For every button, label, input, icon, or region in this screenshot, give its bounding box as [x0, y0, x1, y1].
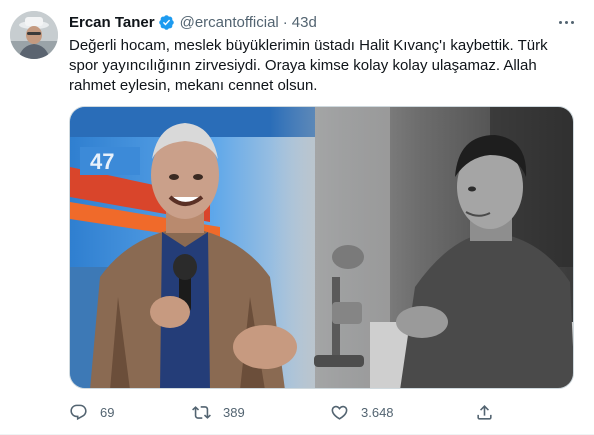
retweet-button[interactable]: 389 — [192, 401, 245, 423]
author-name[interactable]: Ercan Taner — [69, 14, 155, 31]
tweet-text-line: Değerli hocam, meslek büyüklerimin üstad… — [69, 37, 548, 54]
photo-illustration: 47 — [70, 107, 573, 388]
avatar-image — [10, 11, 58, 59]
reply-button[interactable]: 69 — [69, 401, 114, 423]
tweet[interactable]: Ercan Taner @ercantofficial · 43d Değerl… — [0, 0, 594, 435]
tweet-timestamp[interactable]: 43d — [292, 14, 317, 31]
tweet-photo[interactable]: 47 — [69, 106, 574, 389]
reply-count: 69 — [100, 404, 115, 420]
like-count: 3.648 — [361, 404, 394, 420]
background-screen-text: 47 — [90, 149, 114, 174]
retweet-icon — [192, 405, 211, 419]
share-button[interactable] — [475, 401, 494, 423]
tweet-text-line: spor yayıncılığının zirvesiydi. Oraya ki… — [69, 57, 537, 74]
separator-dot: · — [282, 13, 288, 31]
like-button[interactable]: 3.648 — [330, 401, 394, 423]
heart-icon — [331, 405, 348, 420]
author-handle[interactable]: @ercantofficial — [180, 14, 279, 31]
tweet-text: Değerli hocam, meslek büyüklerimin üstad… — [69, 36, 574, 96]
reply-icon — [70, 404, 87, 420]
tweet-text-line: rahmet eylesin, mekanı cennet olsun. — [69, 77, 318, 94]
verified-badge-icon — [158, 14, 174, 30]
tweet-actions: 69 389 3.648 — [69, 401, 494, 423]
more-icon[interactable] — [556, 12, 576, 32]
share-icon — [477, 404, 492, 420]
avatar[interactable] — [10, 11, 58, 59]
tweet-header: Ercan Taner @ercantofficial · 43d — [69, 12, 317, 32]
retweet-count: 389 — [223, 404, 245, 420]
